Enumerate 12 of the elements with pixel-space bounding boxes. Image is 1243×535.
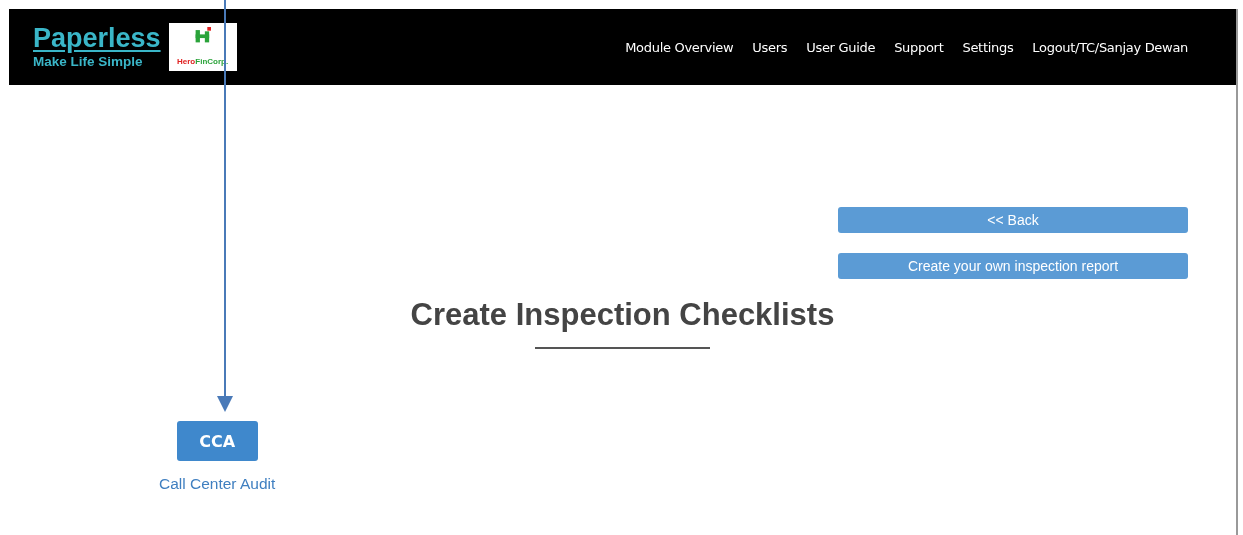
- checklist-button[interactable]: CCA: [176, 421, 258, 461]
- brand-tagline: Make Life Simple: [33, 55, 144, 69]
- checklist-link[interactable]: Call Center Audit: [159, 475, 276, 493]
- nav-link[interactable]: Users: [752, 39, 788, 55]
- page-heading: Create Inspection Checklists: [409, 297, 836, 333]
- nav-link[interactable]: Settings: [962, 39, 1014, 55]
- nav-link[interactable]: Support: [894, 39, 944, 55]
- brand-title: Paperless: [33, 25, 161, 53]
- logo-text: Hero: [177, 57, 196, 66]
- nav-link[interactable]: User Guide: [806, 39, 876, 55]
- nav-link[interactable]: Module Overview: [625, 39, 734, 55]
- nav-link[interactable]: Logout/TC/Sanjay Dewan: [1032, 39, 1188, 55]
